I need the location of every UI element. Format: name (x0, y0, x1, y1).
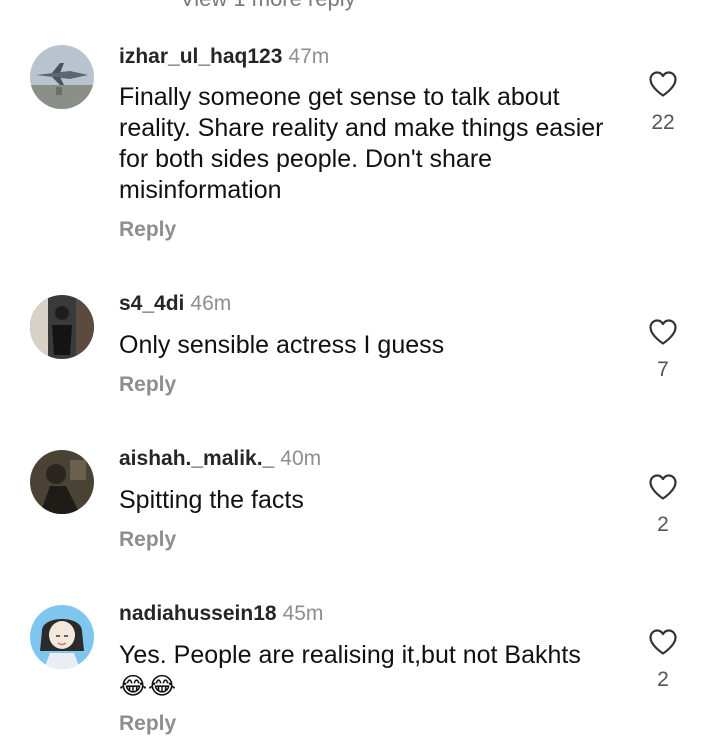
avatar[interactable] (30, 450, 94, 514)
reply-button[interactable]: Reply (119, 373, 176, 397)
laughing-emoji-icon: 😂😂 (119, 673, 178, 700)
username[interactable]: aishah._malik._ (119, 447, 274, 470)
comment-text: Yes. People are realising it,but not Bak… (119, 640, 619, 702)
person-photo-avatar-icon (30, 450, 94, 514)
heart-icon[interactable] (648, 628, 678, 656)
reply-button[interactable]: Reply (119, 528, 176, 552)
like-count: 7 (657, 358, 669, 381)
like-count: 2 (657, 513, 669, 536)
heart-icon[interactable] (648, 318, 678, 346)
comment-text: Finally someone get sense to talk about … (119, 83, 604, 204)
username[interactable]: izhar_ul_haq123 (119, 45, 282, 68)
comment-meta: s4_4di 46m (119, 292, 231, 316)
avatar[interactable] (30, 45, 94, 109)
timestamp: 40m (280, 447, 322, 470)
avatar[interactable] (30, 605, 94, 669)
comment-meta: aishah._malik._ 40m (119, 447, 321, 471)
timestamp: 46m (190, 292, 232, 315)
username[interactable]: s4_4di (119, 292, 184, 315)
reply-button[interactable]: Reply (119, 712, 176, 736)
timestamp: 47m (288, 45, 330, 68)
comment-text-body: Yes. People are realising it,but not Bak… (119, 641, 581, 669)
fighter-jet-avatar-icon (30, 45, 94, 109)
heart-icon[interactable] (648, 70, 678, 98)
anime-avatar-icon (30, 605, 94, 669)
comment-text: Spitting the facts (119, 486, 304, 514)
like-count: 22 (651, 111, 675, 134)
view-more-replies-link[interactable]: View 1 more reply (180, 0, 356, 12)
reply-button[interactable]: Reply (119, 218, 176, 242)
person-photo-avatar-icon (30, 295, 94, 359)
avatar[interactable] (30, 295, 94, 359)
like-count: 2 (657, 668, 669, 691)
comment-meta: izhar_ul_haq123 47m (119, 45, 329, 69)
username[interactable]: nadiahussein18 (119, 602, 277, 625)
timestamp: 45m (282, 602, 324, 625)
comment-text: Only sensible actress I guess (119, 331, 445, 359)
comment-meta: nadiahussein18 45m (119, 602, 323, 626)
heart-icon[interactable] (648, 473, 678, 501)
